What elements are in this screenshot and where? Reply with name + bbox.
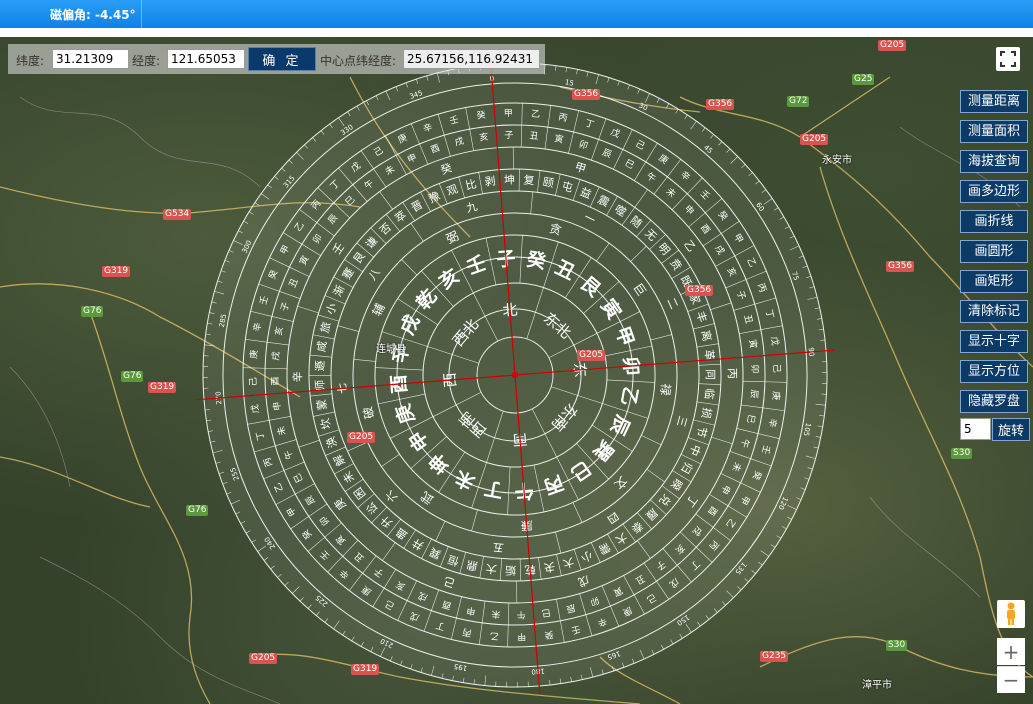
measure-distance-button[interactable]: 测量距离 xyxy=(960,90,1028,113)
road-shield: G356 xyxy=(706,99,735,110)
rotate-angle-input[interactable] xyxy=(960,418,991,440)
road-shield: G235 xyxy=(760,651,789,662)
measure-area-button[interactable]: 测量面积 xyxy=(960,120,1028,143)
draw-rectangle-button[interactable]: 画矩形 xyxy=(960,270,1028,293)
degree-tick xyxy=(203,377,209,378)
top-bar: 磁偏角: -4.45° xyxy=(0,0,1033,28)
latitude-label: 纬度: xyxy=(16,54,45,68)
city-label: 连城县 xyxy=(376,344,406,355)
branch-glyph: 戌 xyxy=(269,351,282,361)
draw-polyline-button[interactable]: 画折线 xyxy=(960,210,1028,233)
branch-glyph: 卯 xyxy=(749,364,760,373)
hexagram-glyph: 同 xyxy=(703,369,716,380)
declination-readout: 磁偏角: -4.45° xyxy=(50,8,136,22)
hexagram-glyph: 颐 xyxy=(542,176,555,191)
clear-marks-button[interactable]: 清除标记 xyxy=(960,300,1028,323)
stem-outer-glyph: 乙 xyxy=(531,108,541,120)
road-shield: G72 xyxy=(787,96,810,107)
street-view-pegman[interactable] xyxy=(997,600,1025,628)
luopan-compass[interactable]: 0153045607590105120135150165180195210225… xyxy=(0,37,1033,704)
road-shield: G205 xyxy=(800,134,829,145)
branch-glyph: 酉 xyxy=(270,376,281,385)
branch-glyph: 巳 xyxy=(541,606,551,618)
branch-glyph: 子 xyxy=(504,130,513,141)
latitude-input[interactable] xyxy=(52,49,129,69)
toolbar-strip xyxy=(0,28,1033,37)
degree-tick xyxy=(527,681,529,687)
city-label: 漳平市 xyxy=(862,680,892,691)
road-shield: G205 xyxy=(249,653,278,664)
show-directions-button[interactable]: 显示方位 xyxy=(960,360,1028,383)
road-shield: G356 xyxy=(572,89,601,100)
hexagram-glyph: 蒙 xyxy=(315,398,330,411)
center-coordinate-label: 中心点纬经度: xyxy=(320,54,397,68)
road-shield: G205 xyxy=(347,432,376,443)
stem-outer-glyph: 己 xyxy=(248,377,259,386)
road-shield: G205 xyxy=(577,350,606,361)
road-shield: G534 xyxy=(163,209,192,220)
degree-tick xyxy=(821,372,827,373)
zoom-in-button[interactable]: + xyxy=(997,638,1025,665)
stem-glyph: 辛 xyxy=(290,371,304,382)
pegman-icon xyxy=(1007,602,1015,625)
mountain-glyph: 乙 xyxy=(616,385,641,408)
hexagram-glyph: 咸 xyxy=(315,340,329,353)
hexagram-glyph: 复 xyxy=(523,173,535,188)
coordinate-panel: 纬度: 经度: 确 定 中心点纬经度: xyxy=(8,44,545,74)
hexagram-glyph: 遯 xyxy=(313,360,327,372)
altitude-query-button[interactable]: 海拔查询 xyxy=(960,150,1028,173)
branch-glyph: 午 xyxy=(516,609,525,621)
hexagram-glyph: 夬 xyxy=(543,560,556,575)
degree-tick xyxy=(821,361,827,363)
hexagram-glyph: 坤 xyxy=(504,172,515,186)
road-shield: G319 xyxy=(351,664,380,675)
road-shield: G76 xyxy=(121,371,144,382)
road-shield: G319 xyxy=(102,266,131,277)
stem-outer-glyph: 庚 xyxy=(770,391,783,401)
road-shield: G319 xyxy=(148,382,177,393)
rotate-button[interactable]: 旋转 xyxy=(992,418,1030,441)
divider xyxy=(141,0,142,28)
draw-circle-button[interactable]: 画圆形 xyxy=(960,240,1028,263)
hexagram-glyph: 姤 xyxy=(505,563,516,576)
road-shield: G356 xyxy=(685,285,714,296)
confirm-button[interactable]: 确 定 xyxy=(248,47,316,71)
fullscreen-button[interactable] xyxy=(996,47,1020,71)
stem-outer-glyph: 甲 xyxy=(504,108,513,119)
road-shield: G205 xyxy=(878,40,907,51)
stem-outer-glyph: 己 xyxy=(771,364,782,373)
stem-outer-glyph: 乙 xyxy=(489,630,499,642)
stem-outer-glyph: 甲 xyxy=(517,631,526,642)
branch-glyph: 丑 xyxy=(529,130,539,142)
hexagram-glyph: 临 xyxy=(702,388,717,400)
road-shield: G356 xyxy=(886,261,915,272)
hide-compass-button[interactable]: 隐藏罗盘 xyxy=(960,390,1028,413)
branch-glyph: 辰 xyxy=(748,389,760,399)
fullscreen-icon xyxy=(1000,51,1016,67)
stem-outer-glyph: 庚 xyxy=(247,349,260,359)
longitude-input[interactable] xyxy=(167,49,245,69)
show-cross-button[interactable]: 显示十字 xyxy=(960,330,1028,353)
degree-tick xyxy=(517,681,518,687)
road-shield: S30 xyxy=(886,640,908,651)
satellite-map[interactable]: 0153045607590105120135150165180195210225… xyxy=(0,37,1033,704)
city-label: 永安市 xyxy=(822,155,852,166)
center-coordinate-field xyxy=(403,49,540,69)
number-glyph: 五 xyxy=(492,540,504,554)
stem-glyph: 丙 xyxy=(725,368,738,379)
draw-polygon-button[interactable]: 画多边形 xyxy=(960,180,1028,203)
hexagram-glyph: 大 xyxy=(485,561,498,576)
degree-label: 15 xyxy=(564,78,574,87)
branch-glyph: 未 xyxy=(491,608,501,621)
hexagram-glyph: 剥 xyxy=(484,174,497,188)
star-glyph: 禄 xyxy=(658,383,674,396)
road-shield: G76 xyxy=(186,505,209,516)
mountain-glyph: 丁 xyxy=(482,476,505,501)
degree-tick xyxy=(203,387,209,389)
road-shield: G76 xyxy=(81,306,104,317)
longitude-label: 经度: xyxy=(132,54,161,68)
road-shield: G25 xyxy=(852,74,875,85)
road-shield: S30 xyxy=(951,448,973,459)
zoom-out-button[interactable]: − xyxy=(997,666,1025,693)
